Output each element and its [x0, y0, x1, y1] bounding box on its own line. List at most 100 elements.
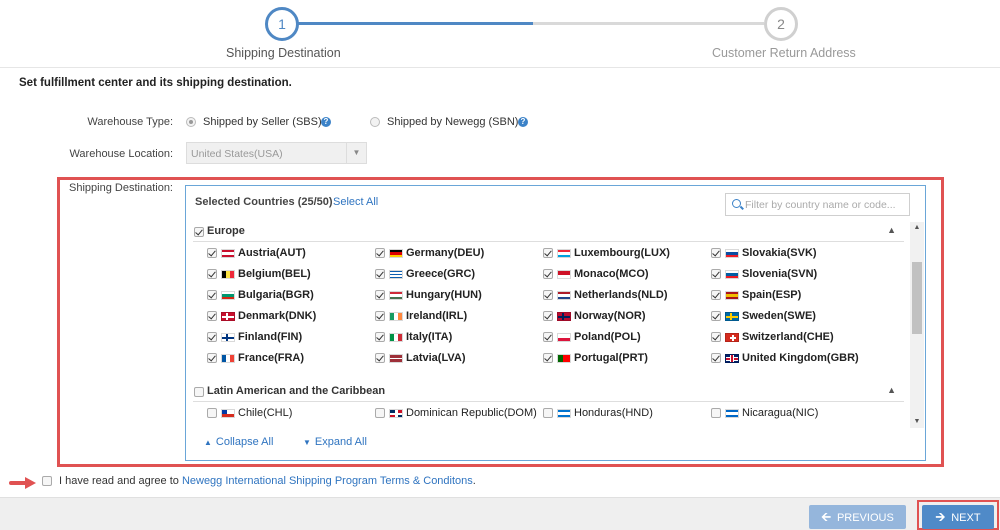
country-checkbox[interactable] — [207, 408, 217, 418]
country-checkbox[interactable] — [711, 248, 721, 258]
previous-button[interactable]: 🡨 PREVIOUS — [809, 505, 906, 529]
country-item[interactable]: Denmark(DNK) — [207, 308, 372, 324]
country-checkbox[interactable] — [375, 353, 385, 363]
country-item[interactable]: Bulgaria(BGR) — [207, 287, 372, 303]
country-checkbox[interactable] — [207, 332, 217, 342]
collapse-up-icon[interactable]: ▲ — [887, 385, 896, 395]
country-name: Greece(GRC) — [406, 268, 476, 280]
country-item[interactable]: Latvia(LVA) — [375, 350, 540, 366]
country-item[interactable]: Monaco(MCO) — [543, 266, 708, 282]
scroll-down-icon[interactable]: ▼ — [910, 416, 924, 428]
collapse-up-icon[interactable]: ▲ — [887, 225, 896, 235]
radio-sbn[interactable] — [370, 117, 380, 127]
region-latam-header[interactable]: Latin American and the Caribbean ▲ — [193, 382, 904, 402]
country-checkbox[interactable] — [207, 311, 217, 321]
warehouse-location-value: United States(USA) — [191, 148, 283, 160]
country-item[interactable]: Honduras(HND) — [543, 405, 708, 421]
country-checkbox[interactable] — [711, 311, 721, 321]
country-checkbox[interactable] — [207, 353, 217, 363]
country-checkbox[interactable] — [543, 332, 553, 342]
scroll-up-icon[interactable]: ▲ — [910, 222, 924, 234]
flag-icon — [221, 333, 235, 342]
region-europe-checkbox[interactable] — [194, 227, 204, 237]
country-checkbox[interactable] — [207, 290, 217, 300]
country-checkbox[interactable] — [711, 408, 721, 418]
question-icon[interactable]: ? — [321, 117, 331, 127]
step-1-circle: 1 — [265, 7, 299, 41]
country-checkbox[interactable] — [375, 311, 385, 321]
country-item[interactable]: Finland(FIN) — [207, 329, 372, 345]
country-checkbox[interactable] — [375, 290, 385, 300]
question-icon[interactable]: ? — [518, 117, 528, 127]
step-2-label: Customer Return Address — [712, 46, 856, 60]
radio-sbs-label[interactable]: Shipped by Seller (SBS) — [203, 116, 322, 128]
country-checkbox[interactable] — [711, 269, 721, 279]
region-latam-checkbox[interactable] — [194, 387, 204, 397]
country-checkbox[interactable] — [711, 290, 721, 300]
country-item[interactable]: Chile(CHL) — [207, 405, 372, 421]
expand-all-link[interactable]: ▼ Expand All — [303, 436, 367, 448]
flag-icon — [557, 354, 571, 363]
country-item[interactable]: Dominican Republic(DOM) — [375, 405, 540, 421]
select-all-link[interactable]: Select All — [333, 196, 378, 208]
country-item[interactable]: Greece(GRC) — [375, 266, 540, 282]
flag-icon — [389, 270, 403, 279]
agree-terms-checkbox[interactable] — [42, 476, 52, 486]
country-item[interactable]: Germany(DEU) — [375, 245, 540, 261]
country-checkbox[interactable] — [375, 408, 385, 418]
country-item[interactable]: France(FRA) — [207, 350, 372, 366]
radio-sbn-label[interactable]: Shipped by Newegg (SBN) — [387, 116, 518, 128]
country-item[interactable]: Poland(POL) — [543, 329, 708, 345]
country-checkbox[interactable] — [543, 408, 553, 418]
filter-placeholder: Filter by country name or code... — [745, 199, 896, 211]
country-checkbox[interactable] — [543, 290, 553, 300]
flag-icon — [725, 249, 739, 258]
country-item[interactable]: Austria(AUT) — [207, 245, 372, 261]
country-item[interactable]: Belgium(BEL) — [207, 266, 372, 282]
chevron-down-icon[interactable]: ▼ — [346, 143, 366, 163]
region-divider — [193, 241, 904, 242]
country-checkbox[interactable] — [375, 332, 385, 342]
country-name: Sweden(SWE) — [742, 310, 816, 322]
country-name: Latvia(LVA) — [406, 352, 466, 364]
country-item[interactable]: Slovakia(SVK) — [711, 245, 876, 261]
country-item[interactable]: Slovenia(SVN) — [711, 266, 876, 282]
country-name: Switzerland(CHE) — [742, 331, 834, 343]
country-item[interactable]: Nicaragua(NIC) — [711, 405, 876, 421]
country-checkbox[interactable] — [207, 269, 217, 279]
country-name: Italy(ITA) — [406, 331, 453, 343]
country-item[interactable]: Switzerland(CHE) — [711, 329, 876, 345]
country-list-scrollbar[interactable]: ▲ ▼ — [910, 222, 924, 428]
region-europe-header[interactable]: Europe ▲ — [193, 222, 904, 242]
country-checkbox[interactable] — [711, 332, 721, 342]
country-item[interactable]: Spain(ESP) — [711, 287, 876, 303]
country-checkbox[interactable] — [543, 269, 553, 279]
country-item[interactable]: Netherlands(NLD) — [543, 287, 708, 303]
radio-sbs[interactable] — [186, 117, 196, 127]
country-name: Norway(NOR) — [574, 310, 646, 322]
country-item[interactable]: Portugal(PRT) — [543, 350, 708, 366]
country-item[interactable]: Norway(NOR) — [543, 308, 708, 324]
country-checkbox[interactable] — [543, 311, 553, 321]
country-checkbox[interactable] — [543, 353, 553, 363]
terms-link[interactable]: Newegg International Shipping Program Te… — [182, 475, 473, 487]
country-checkbox[interactable] — [375, 269, 385, 279]
country-checkbox[interactable] — [543, 248, 553, 258]
country-checkbox[interactable] — [375, 248, 385, 258]
scrollbar-thumb[interactable] — [912, 262, 922, 334]
country-checkbox[interactable] — [711, 353, 721, 363]
country-item[interactable]: Ireland(IRL) — [375, 308, 540, 324]
country-filter-input[interactable]: Filter by country name or code... — [725, 193, 910, 216]
warehouse-location-select[interactable]: United States(USA) ▼ — [186, 142, 367, 164]
country-item[interactable]: Italy(ITA) — [375, 329, 540, 345]
flag-icon — [725, 312, 739, 321]
country-checkbox[interactable] — [207, 248, 217, 258]
country-item[interactable]: Luxembourg(LUX) — [543, 245, 708, 261]
country-item[interactable]: United Kingdom(GBR) — [711, 350, 876, 366]
next-button[interactable]: 🡪 NEXT — [922, 505, 994, 529]
country-item[interactable]: Sweden(SWE) — [711, 308, 876, 324]
collapse-all-link[interactable]: ▲ Collapse All — [204, 436, 273, 448]
flag-icon — [557, 270, 571, 279]
previous-label: PREVIOUS — [836, 512, 894, 524]
country-item[interactable]: Hungary(HUN) — [375, 287, 540, 303]
